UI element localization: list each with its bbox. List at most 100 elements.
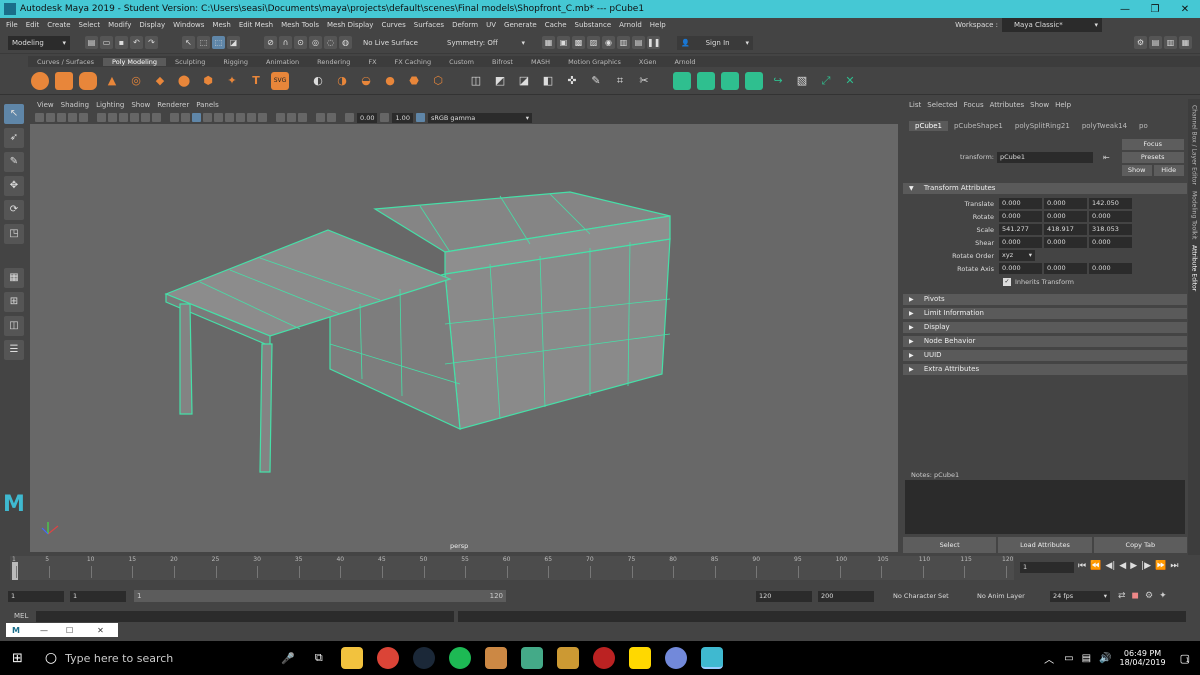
maximize-icon[interactable]: ☐	[66, 626, 73, 635]
range-end-field[interactable]: 120	[756, 590, 812, 602]
discord-icon[interactable]	[664, 647, 687, 669]
side-tab-modeling-toolkit[interactable]: Modeling Toolkit	[1191, 191, 1198, 239]
menu-generate[interactable]: Generate	[504, 21, 537, 29]
action-center-icon[interactable]: ▢ 1	[1180, 652, 1190, 665]
menu-mesh[interactable]: Mesh	[212, 21, 230, 29]
poly-cone-icon[interactable]: ▲	[103, 72, 121, 90]
snap-curve-icon[interactable]: ∩	[279, 36, 292, 49]
rotate-axis-x-field[interactable]: 0.000	[999, 263, 1042, 274]
shear-x-field[interactable]: 0.000	[999, 237, 1042, 248]
chrome-icon[interactable]	[376, 647, 399, 669]
transform-name-field[interactable]: pCube1	[997, 151, 1093, 163]
viewport-menu-view[interactable]: View	[37, 101, 54, 109]
fps-dropdown[interactable]: 24 fps ▾	[1050, 590, 1110, 602]
maya-taskbar-icon[interactable]	[700, 647, 723, 669]
inherits-transform-checkbox[interactable]: ✓	[1003, 277, 1011, 286]
tab-pcubeshape1[interactable]: pCubeShape1	[948, 121, 1009, 131]
channel-box-icon[interactable]: ▦	[1179, 36, 1192, 49]
shelf-tab-motion-graphics[interactable]: Motion Graphics	[559, 58, 630, 66]
play-forwards-icon[interactable]: ▶	[1130, 561, 1137, 571]
viewport-menu-panels[interactable]: Panels	[196, 101, 219, 109]
menu-display[interactable]: Display	[139, 21, 165, 29]
colorspace-dropdown[interactable]: sRGB gamma ▾	[427, 112, 532, 123]
shelf-tab-custom[interactable]: Custom	[440, 58, 483, 66]
camera-attributes-icon[interactable]	[35, 113, 44, 122]
lasso-tool-icon[interactable]: ➶	[4, 128, 24, 148]
uv-editor-icon[interactable]	[673, 71, 691, 90]
game-app-icon[interactable]	[556, 647, 579, 669]
load-attributes-button[interactable]: Load Attributes	[998, 537, 1092, 553]
menu-create[interactable]: Create	[47, 21, 70, 29]
scale-x-field[interactable]: 541.277	[999, 224, 1042, 235]
maximize-button[interactable]: ❐	[1140, 4, 1170, 15]
save-scene-icon[interactable]: ▪	[115, 36, 128, 49]
step-back-frame-icon[interactable]: ◀|	[1105, 561, 1115, 571]
clock[interactable]: 06:49 PM 18/04/2019	[1119, 649, 1165, 667]
separate-icon[interactable]: ◑	[333, 72, 351, 90]
hide-button[interactable]: Hide	[1153, 164, 1184, 176]
outliner-layout-icon[interactable]: ☰	[4, 340, 24, 360]
redo-icon[interactable]: ↷	[145, 36, 158, 49]
show-button[interactable]: Show	[1121, 164, 1152, 176]
poly-plane-icon[interactable]: ◆	[151, 72, 169, 90]
poly-sphere-icon[interactable]	[31, 71, 49, 90]
translate-x-field[interactable]: 0.000	[999, 198, 1042, 209]
cut-uv-icon[interactable]	[745, 71, 763, 90]
go-to-end-icon[interactable]: ⏭	[1170, 561, 1178, 571]
tab-polytweak14[interactable]: polyTweak14	[1076, 121, 1133, 131]
menu-surfaces[interactable]: Surfaces	[414, 21, 444, 29]
mode-dropdown[interactable]: Modeling ▾	[8, 35, 70, 50]
render-view-icon[interactable]: ▦	[542, 36, 555, 49]
viewport-menu-shading[interactable]: Shading	[61, 101, 89, 109]
presets-button[interactable]: Presets	[1121, 151, 1184, 163]
menu-deform[interactable]: Deform	[452, 21, 478, 29]
menu-help[interactable]: Help	[650, 21, 666, 29]
shelf-tab-arnold[interactable]: Arnold	[665, 58, 704, 66]
translate-y-field[interactable]: 0.000	[1044, 198, 1087, 209]
isolate-select-icon[interactable]	[287, 113, 296, 122]
current-frame-field[interactable]: 1	[1020, 562, 1074, 573]
volume-icon[interactable]: 🔊	[1099, 653, 1111, 664]
rotate-axis-y-field[interactable]: 0.000	[1044, 263, 1087, 274]
bookmark-icon[interactable]	[46, 113, 55, 122]
minimize-button[interactable]: —	[1110, 4, 1140, 15]
light-editor-icon[interactable]: ▤	[632, 36, 645, 49]
render-frame-icon[interactable]: ▣	[557, 36, 570, 49]
auto-key-icon[interactable]: ◼	[1132, 591, 1139, 601]
tab-more[interactable]: po	[1133, 121, 1154, 131]
ae-menu-show[interactable]: Show	[1030, 101, 1049, 109]
search-icon[interactable]: ○	[45, 650, 57, 666]
sticky-notes-icon[interactable]	[628, 647, 651, 669]
rotate-order-dropdown[interactable]: xyz ▾	[999, 250, 1035, 261]
ae-menu-help[interactable]: Help	[1055, 101, 1071, 109]
menu-edit[interactable]: Edit	[26, 21, 40, 29]
bridge-icon[interactable]: ⬣	[405, 72, 423, 90]
super-shape-icon[interactable]: ✦	[223, 72, 241, 90]
sign-in-button[interactable]: 👤 Sign In ▾	[677, 35, 753, 50]
rotate-tool-icon[interactable]: ⟳	[4, 200, 24, 220]
menu-uv[interactable]: UV	[486, 21, 496, 29]
close-button[interactable]: ✕	[1170, 4, 1200, 15]
shear-y-field[interactable]: 0.000	[1044, 237, 1087, 248]
character-set-dropdown[interactable]: No Character Set	[890, 590, 968, 602]
append-icon[interactable]: ◪	[515, 72, 533, 90]
lock-selection-icon[interactable]: ◪	[227, 36, 240, 49]
select-object-icon[interactable]: ⬚	[197, 36, 210, 49]
exposure-field[interactable]: 0.00	[357, 112, 378, 123]
extra-attributes-section[interactable]: ▶ Extra Attributes	[903, 364, 1187, 375]
anti-alias-icon[interactable]	[258, 113, 267, 122]
modeling-toolkit-icon[interactable]: ⚙	[1134, 36, 1147, 49]
select-button[interactable]: Select	[903, 537, 997, 553]
network-icon[interactable]: ▤	[1082, 653, 1091, 664]
snap-view-plane-icon[interactable]: ◌	[324, 36, 337, 49]
menu-mesh-display[interactable]: Mesh Display	[327, 21, 373, 29]
wireframe-icon[interactable]	[170, 113, 179, 122]
rotate-y-field[interactable]: 0.000	[1044, 211, 1087, 222]
poly-cylinder-icon[interactable]	[79, 71, 97, 90]
shelf-tab-fx-caching[interactable]: FX Caching	[386, 58, 441, 66]
loop-icon[interactable]: ⇄	[1118, 591, 1126, 601]
paint-app-icon[interactable]	[484, 647, 507, 669]
steam-icon[interactable]	[412, 647, 435, 669]
ae-menu-selected[interactable]: Selected	[927, 101, 957, 109]
menu-curves[interactable]: Curves	[381, 21, 405, 29]
